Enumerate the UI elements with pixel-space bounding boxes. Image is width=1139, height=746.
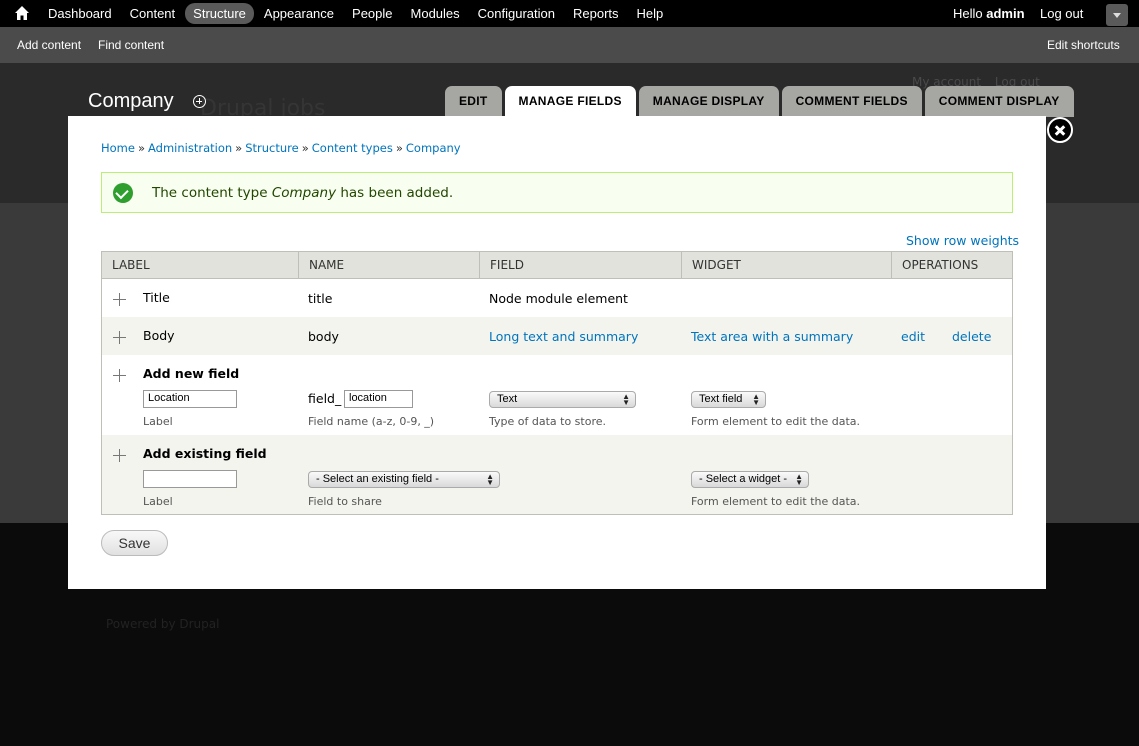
close-overlay-icon[interactable] bbox=[1047, 117, 1073, 143]
message-after: has been added. bbox=[336, 185, 454, 201]
menu-item-dashboard[interactable]: Dashboard bbox=[40, 3, 120, 24]
existing-widget-select-value: - Select a widget - bbox=[699, 473, 788, 485]
widget-description: Form element to edit the data. bbox=[691, 495, 861, 508]
existing-field-select-value: - Select an existing field - bbox=[316, 473, 439, 485]
add-new-field-heading: Add new field bbox=[143, 366, 240, 381]
drag-handle-icon[interactable] bbox=[113, 331, 126, 344]
field-type-select-value: Text bbox=[497, 393, 518, 405]
existing-field-select[interactable]: - Select an existing field - ▲ ▼ bbox=[308, 471, 500, 488]
tab-manage-fields[interactable]: MANAGE FIELDS bbox=[504, 86, 636, 117]
menu-item-reports[interactable]: Reports bbox=[565, 3, 627, 24]
breadcrumb-content-types[interactable]: Content types bbox=[312, 141, 393, 155]
field-to-share-description: Field to share bbox=[308, 495, 382, 508]
username-link[interactable]: admin bbox=[986, 6, 1024, 21]
menu-item-help[interactable]: Help bbox=[629, 3, 672, 24]
breadcrumb-home[interactable]: Home bbox=[101, 141, 135, 155]
breadcrumb-separator: » bbox=[235, 141, 243, 155]
overlay-content: Home» Administration» Structure» Content ty… bbox=[68, 116, 1046, 589]
tab-comment-display[interactable]: COMMENT DISPLAY bbox=[924, 86, 1074, 117]
header-widget: WIDGET bbox=[682, 252, 892, 278]
find-content-shortcut[interactable]: Find content bbox=[98, 38, 164, 52]
message-content-type-name: Company bbox=[271, 185, 337, 201]
widget-type-link[interactable]: Text area with a summary bbox=[691, 329, 853, 344]
table-header: LABEL NAME FIELD WIDGET OPERATIONS bbox=[102, 252, 1012, 279]
field-type-link[interactable]: Long text and summary bbox=[489, 329, 638, 344]
logout-link[interactable]: Log out bbox=[1040, 6, 1083, 21]
menu-item-appearance[interactable]: Appearance bbox=[256, 3, 342, 24]
edit-shortcuts-link[interactable]: Edit shortcuts bbox=[1047, 38, 1120, 52]
select-arrows-icon: ▲ ▼ bbox=[752, 392, 760, 407]
status-message-text: The content type Company has been added. bbox=[152, 185, 453, 201]
field-type-select[interactable]: Text ▲ ▼ bbox=[489, 391, 636, 408]
header-operations: OPERATIONS bbox=[902, 258, 979, 272]
new-field-label-input[interactable]: Location bbox=[143, 390, 237, 408]
add-content-shortcut[interactable]: Add content bbox=[17, 38, 81, 52]
field-type-description: Type of data to store. bbox=[489, 415, 606, 428]
add-existing-field-heading: Add existing field bbox=[143, 446, 267, 461]
status-message: The content type Company has been added. bbox=[101, 172, 1013, 213]
menu-item-people[interactable]: People bbox=[344, 3, 400, 24]
new-field-name-input[interactable]: location bbox=[344, 390, 413, 408]
row-name: body bbox=[308, 329, 339, 344]
menu-item-structure[interactable]: Structure bbox=[185, 3, 254, 24]
label-description: Label bbox=[143, 415, 173, 428]
label-description: Label bbox=[143, 495, 173, 508]
fields-table: LABEL NAME FIELD WIDGET OPERATIONS Title… bbox=[101, 251, 1013, 515]
breadcrumb-separator: » bbox=[137, 141, 146, 155]
header-label: LABEL bbox=[102, 252, 299, 278]
drag-handle-icon[interactable] bbox=[113, 293, 126, 306]
hello-text: Hello bbox=[953, 6, 983, 21]
existing-widget-select[interactable]: - Select a widget - ▲ ▼ bbox=[691, 471, 809, 488]
tab-edit[interactable]: EDIT bbox=[445, 86, 502, 117]
select-arrows-icon: ▲ ▼ bbox=[622, 392, 630, 407]
widget-select[interactable]: Text field ▲ ▼ bbox=[691, 391, 766, 408]
row-name: title bbox=[308, 291, 333, 306]
add-new-field-row: Add new field Location Label field_ loca… bbox=[102, 355, 1012, 435]
breadcrumb: Home» Administration» Structure» Content ty… bbox=[101, 141, 461, 155]
row-label: Body bbox=[143, 328, 175, 343]
user-greeting: Hello admin bbox=[953, 6, 1025, 21]
shortcuts-bar: Add content Find content Edit shortcuts bbox=[0, 27, 1139, 63]
drag-handle-icon[interactable] bbox=[113, 369, 126, 382]
admin-toolbar: Dashboard Content Structure Appearance P… bbox=[0, 0, 1139, 27]
delete-link[interactable]: delete bbox=[952, 329, 991, 344]
home-icon[interactable] bbox=[14, 4, 30, 22]
header-name: NAME bbox=[299, 252, 480, 278]
page-title: Company bbox=[88, 90, 174, 112]
toolbar-menu: Dashboard Content Structure Appearance P… bbox=[40, 3, 673, 24]
row-label: Title bbox=[143, 290, 170, 305]
add-existing-field-row: Add existing field Label - Select an exi… bbox=[102, 435, 1012, 514]
menu-item-configuration[interactable]: Configuration bbox=[470, 3, 563, 24]
tab-comment-fields[interactable]: COMMENT FIELDS bbox=[781, 86, 922, 117]
field-name-prefix: field_ bbox=[308, 391, 342, 406]
widget-description: Form element to edit the data. bbox=[691, 415, 861, 428]
row-field: Node module element bbox=[489, 291, 628, 306]
primary-tabs: EDIT MANAGE FIELDS MANAGE DISPLAY COMMEN… bbox=[445, 86, 1077, 117]
add-shortcut-icon[interactable] bbox=[193, 95, 206, 108]
message-before: The content type bbox=[152, 185, 272, 201]
select-arrows-icon: ▲ ▼ bbox=[795, 472, 803, 487]
tab-manage-display[interactable]: MANAGE DISPLAY bbox=[638, 86, 779, 117]
widget-select-value: Text field bbox=[699, 393, 743, 405]
drag-handle-icon[interactable] bbox=[113, 449, 126, 462]
powered-by: Powered by Drupal bbox=[106, 617, 220, 631]
field-name-description: Field name (a-z, 0-9, _) bbox=[308, 415, 435, 428]
table-row: Body body Long text and summary Text are… bbox=[102, 317, 1012, 355]
breadcrumb-company[interactable]: Company bbox=[406, 141, 461, 155]
show-row-weights-link[interactable]: Show row weights bbox=[906, 233, 1019, 248]
breadcrumb-separator: » bbox=[395, 141, 403, 155]
header-field: FIELD bbox=[480, 252, 682, 278]
breadcrumb-separator: » bbox=[301, 141, 309, 155]
table-row: Title title Node module element bbox=[102, 279, 1012, 317]
edit-link[interactable]: edit bbox=[901, 329, 925, 344]
check-icon bbox=[113, 183, 133, 203]
existing-field-label-input[interactable] bbox=[143, 470, 237, 488]
menu-item-modules[interactable]: Modules bbox=[403, 3, 468, 24]
select-arrows-icon: ▲ ▼ bbox=[486, 472, 494, 487]
menu-item-content[interactable]: Content bbox=[122, 3, 184, 24]
breadcrumb-structure[interactable]: Structure bbox=[245, 141, 299, 155]
save-button[interactable]: Save bbox=[101, 530, 168, 556]
shortcuts-drawer-toggle[interactable] bbox=[1106, 4, 1128, 26]
breadcrumb-administration[interactable]: Administration bbox=[148, 141, 232, 155]
